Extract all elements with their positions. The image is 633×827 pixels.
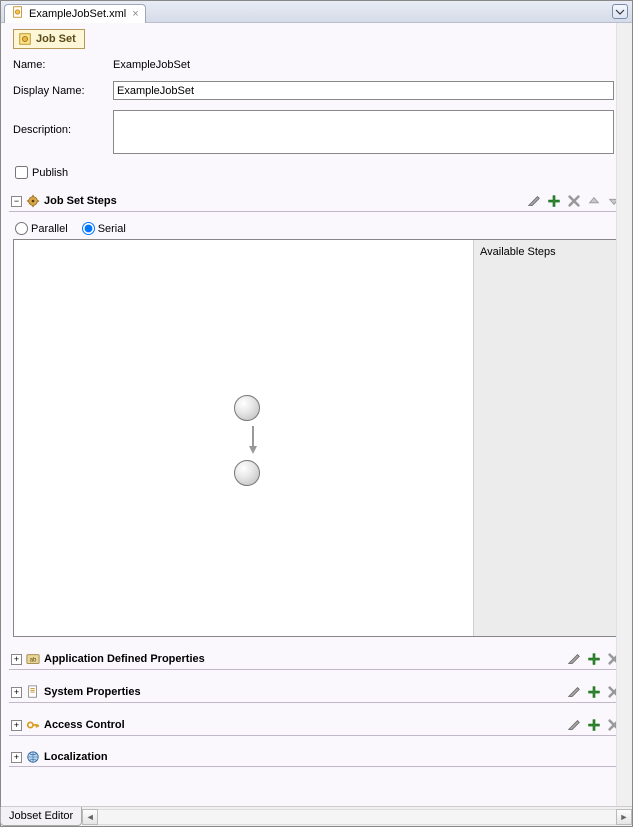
available-steps-panel: Available Steps <box>473 240 621 636</box>
footer-bar: Jobset Editor ◄ ► <box>1 806 632 826</box>
name-label: Name: <box>13 59 113 71</box>
horizontal-scrollbar[interactable]: ◄ ► <box>82 807 632 826</box>
section-label-appprops: Application Defined Properties <box>44 653 566 665</box>
publish-checkbox[interactable] <box>15 166 28 179</box>
name-value: ExampleJobSet <box>113 59 190 71</box>
scroll-left-icon[interactable]: ◄ <box>82 809 98 825</box>
publish-row: Publish <box>9 166 624 179</box>
add-icon[interactable] <box>586 651 602 667</box>
add-icon[interactable] <box>586 684 602 700</box>
publish-label: Publish <box>32 167 68 179</box>
move-up-icon[interactable] <box>586 193 602 209</box>
description-label: Description: <box>13 110 113 136</box>
sysprops-toolbar <box>566 684 622 700</box>
step-node[interactable] <box>234 395 260 421</box>
section-label-access: Access Control <box>44 719 566 731</box>
displayname-label: Display Name: <box>13 85 113 97</box>
editor-tab-bar: ExampleJobSet.xml × <box>1 1 632 23</box>
flow-arrow-icon <box>247 426 259 456</box>
add-icon[interactable] <box>586 717 602 733</box>
section-label-sysprops: System Properties <box>44 686 566 698</box>
serial-label: Serial <box>98 223 126 235</box>
footer-tab-label: Jobset Editor <box>9 810 73 822</box>
section-header-steps: − Job Set Steps <box>9 193 624 212</box>
page-title-label: Job Set <box>36 33 76 45</box>
editor-tab[interactable]: ExampleJobSet.xml × <box>4 4 146 23</box>
edit-icon[interactable] <box>566 651 582 667</box>
vertical-scrollbar[interactable] <box>616 23 632 806</box>
gear-icon <box>26 194 40 208</box>
displayname-input[interactable] <box>113 81 614 100</box>
available-steps-label: Available Steps <box>480 246 615 258</box>
key-icon <box>26 718 40 732</box>
edit-icon[interactable] <box>526 193 542 209</box>
serial-radio-label[interactable]: Serial <box>82 222 126 235</box>
page-title: Job Set <box>13 29 85 49</box>
editor-tab-label: ExampleJobSet.xml <box>29 8 126 20</box>
section-header-localization: + Localization <box>9 750 624 767</box>
footer-tab[interactable]: Jobset Editor <box>0 807 82 826</box>
section-label-steps: Job Set Steps <box>44 195 526 207</box>
steps-toolbar <box>526 193 622 209</box>
section-header-access: + Access Control <box>9 717 624 736</box>
section-header-appprops: + ab Application Defined Properties <box>9 651 624 670</box>
add-icon[interactable] <box>546 193 562 209</box>
expand-icon[interactable]: + <box>11 752 22 763</box>
expand-icon[interactable]: + <box>11 654 22 665</box>
section-header-sysprops: + System Properties <box>9 684 624 703</box>
close-tab-icon[interactable]: × <box>132 8 138 20</box>
steps-canvas[interactable] <box>14 240 473 636</box>
expand-icon[interactable]: + <box>11 720 22 731</box>
parallel-radio[interactable] <box>15 222 28 235</box>
step-node[interactable] <box>234 460 260 486</box>
scroll-track[interactable] <box>98 809 616 825</box>
delete-icon[interactable] <box>566 193 582 209</box>
expand-icon[interactable]: + <box>11 687 22 698</box>
description-row: Description: <box>9 110 624 154</box>
serial-radio[interactable] <box>82 222 95 235</box>
edit-icon[interactable] <box>566 717 582 733</box>
access-toolbar <box>566 717 622 733</box>
tab-menu-button[interactable] <box>612 4 628 19</box>
section-label-localization: Localization <box>44 751 622 763</box>
editor-content: Job Set Name: ExampleJobSet Display Name… <box>1 23 632 806</box>
svg-text:ab: ab <box>30 657 37 664</box>
description-input[interactable] <box>113 110 614 154</box>
document-icon <box>26 685 40 699</box>
appprops-toolbar <box>566 651 622 667</box>
parallel-label: Parallel <box>31 223 68 235</box>
globe-icon <box>26 750 40 764</box>
edit-icon[interactable] <box>566 684 582 700</box>
mode-radio-group: Parallel Serial <box>15 222 624 235</box>
parallel-radio-label[interactable]: Parallel <box>15 222 68 235</box>
collapse-icon[interactable]: − <box>11 196 22 207</box>
scroll-right-icon[interactable]: ► <box>616 809 632 825</box>
file-icon <box>11 5 25 22</box>
properties-icon: ab <box>26 652 40 666</box>
steps-workspace: Available Steps <box>13 239 622 637</box>
displayname-row: Display Name: <box>9 81 624 100</box>
name-row: Name: ExampleJobSet <box>9 59 624 71</box>
